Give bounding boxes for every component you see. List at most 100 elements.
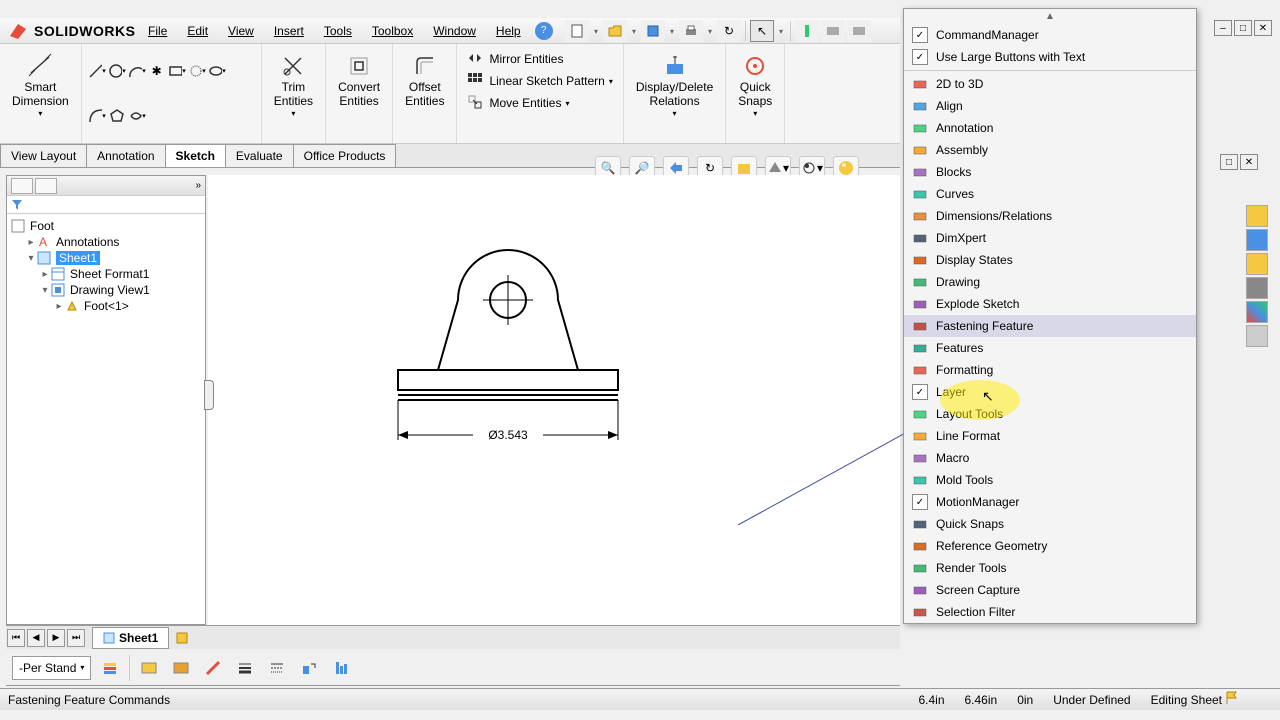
tree-drawing-view[interactable]: ▾ Drawing View1 — [11, 282, 201, 298]
line-tool[interactable]: ▾ — [88, 62, 106, 80]
cm-item-assembly[interactable]: Assembly — [904, 139, 1196, 161]
new-dropdown[interactable]: ▾ — [591, 27, 601, 36]
taskpane-home-icon[interactable] — [1246, 205, 1268, 227]
quick-snaps-button[interactable]: Quick Snaps ▾ — [734, 48, 776, 122]
cm-item-dimensions-relations[interactable]: Dimensions/Relations — [904, 205, 1196, 227]
cm-item-annotation[interactable]: Annotation — [904, 117, 1196, 139]
sheet-tab-1[interactable]: Sheet1 — [92, 627, 169, 649]
cm-item-drawing[interactable]: Drawing — [904, 271, 1196, 293]
new-button[interactable] — [565, 20, 589, 42]
cm-item-formatting[interactable]: Formatting — [904, 359, 1196, 381]
taskpane-explorer-icon[interactable] — [1246, 277, 1268, 299]
tree-sheet1[interactable]: ▾ Sheet1 — [11, 250, 201, 266]
tree-sheet-format[interactable]: ▸ Sheet Format1 — [11, 266, 201, 282]
tree-foot-ref[interactable]: ▸ Foot<1> — [11, 298, 201, 314]
cm-item-macro[interactable]: Macro — [904, 447, 1196, 469]
doc-restore-button[interactable]: □ — [1220, 154, 1238, 170]
cm-item-dimxpert[interactable]: DimXpert — [904, 227, 1196, 249]
arc-tool[interactable]: ▾ — [128, 62, 146, 80]
options2-button[interactable] — [821, 20, 845, 42]
cm-item-mold-tools[interactable]: Mold Tools — [904, 469, 1196, 491]
trim-entities-button[interactable]: Trim Entities ▾ — [270, 48, 317, 122]
linear-pattern-button[interactable]: Linear Sketch Pattern ▾ — [465, 70, 614, 92]
select-button[interactable]: ↖ — [750, 20, 774, 42]
panel-expand-icon[interactable]: » — [195, 180, 201, 191]
taskpane-palette-icon[interactable] — [1246, 301, 1268, 323]
open-dropdown[interactable]: ▾ — [629, 27, 639, 36]
collapse-icon[interactable]: ▾ — [39, 285, 51, 296]
taskpane-resources-icon[interactable] — [1246, 229, 1268, 251]
layer-properties-button[interactable] — [97, 655, 123, 681]
cm-item-blocks[interactable]: Blocks — [904, 161, 1196, 183]
cm-item-reference-geometry[interactable]: Reference Geometry — [904, 535, 1196, 557]
cm-item-screen-capture[interactable]: Screen Capture — [904, 579, 1196, 601]
color-display-button[interactable] — [328, 655, 354, 681]
options3-button[interactable] — [847, 20, 871, 42]
tab-office-products[interactable]: Office Products — [293, 144, 397, 167]
open-button[interactable] — [603, 20, 627, 42]
sheet-last-icon[interactable]: ⏭ — [67, 629, 85, 647]
help-icon[interactable]: ? — [535, 22, 553, 40]
scroll-up-icon[interactable]: ▲ — [904, 9, 1196, 24]
panel-tab-2[interactable] — [35, 178, 57, 194]
cm-item-layer[interactable]: ✓Layer — [904, 381, 1196, 403]
filter-bar[interactable] — [7, 196, 205, 214]
sheet-prev-icon[interactable]: ◀ — [27, 629, 45, 647]
taskpane-library-icon[interactable] — [1246, 253, 1268, 275]
mirror-entities-button[interactable]: Mirror Entities — [465, 48, 565, 70]
collapse-icon[interactable]: ▾ — [25, 253, 37, 264]
cm-item-line-format[interactable]: Line Format — [904, 425, 1196, 447]
cm-item-quick-snaps[interactable]: Quick Snaps — [904, 513, 1196, 535]
fillet-tool[interactable]: ▾ — [88, 107, 106, 125]
close-button[interactable]: ✕ — [1254, 20, 1272, 36]
menu-tools[interactable]: Tools — [314, 19, 362, 43]
display-relations-button[interactable]: Display/Delete Relations ▾ — [632, 48, 717, 122]
expand-icon[interactable]: ▸ — [25, 237, 37, 248]
convert-entities-button[interactable]: Convert Entities — [334, 48, 384, 113]
tab-evaluate[interactable]: Evaluate — [225, 144, 294, 167]
tree-annotations[interactable]: ▸ A Annotations — [11, 234, 201, 250]
smart-dimension-button[interactable]: Smart Dimension ▾ — [8, 48, 73, 122]
sheet-next-icon[interactable]: ▶ — [47, 629, 65, 647]
print-dropdown[interactable]: ▾ — [705, 27, 715, 36]
cm-item-2d-to-3d[interactable]: 2D to 3D — [904, 73, 1196, 95]
menu-window[interactable]: Window — [423, 19, 486, 43]
cm-item-curves[interactable]: Curves — [904, 183, 1196, 205]
tab-view-layout[interactable]: View Layout — [0, 144, 87, 167]
menu-toolbox[interactable]: Toolbox — [362, 19, 423, 43]
minimize-button[interactable]: – — [1214, 20, 1232, 36]
cm-item-layout-tools[interactable]: Layout Tools — [904, 403, 1196, 425]
polygon-tool[interactable] — [108, 107, 126, 125]
menu-help[interactable]: Help — [486, 19, 531, 43]
add-sheet-button[interactable] — [173, 629, 193, 647]
maximize-button[interactable]: □ — [1234, 20, 1252, 36]
line-weight-button[interactable] — [232, 655, 258, 681]
options-button[interactable] — [795, 20, 819, 42]
doc-close-button[interactable]: ✕ — [1240, 154, 1258, 170]
taskpane-appearances-icon[interactable] — [1246, 325, 1268, 347]
slot-tool[interactable]: ▾ — [188, 62, 206, 80]
tree-root[interactable]: Foot — [11, 218, 201, 234]
line-color-button[interactable] — [136, 655, 162, 681]
cm-large-buttons[interactable]: ✓ Use Large Buttons with Text — [904, 46, 1196, 68]
expand-icon[interactable]: ▸ — [39, 269, 51, 280]
cm-command-manager[interactable]: ✓ CommandManager — [904, 24, 1196, 46]
point-tool[interactable]: ✱ — [148, 62, 166, 80]
select-dropdown[interactable]: ▾ — [776, 27, 786, 36]
cm-item-display-states[interactable]: Display States — [904, 249, 1196, 271]
rebuild-button[interactable]: ↻ — [717, 20, 741, 42]
panel-collapse-handle[interactable] — [204, 380, 214, 410]
menu-view[interactable]: View — [218, 19, 264, 43]
status-flag-icon[interactable] — [1224, 690, 1240, 709]
line-style2-button[interactable] — [264, 655, 290, 681]
save-dropdown[interactable]: ▾ — [667, 27, 677, 36]
hide-button[interactable] — [296, 655, 322, 681]
print-button[interactable] — [679, 20, 703, 42]
menu-edit[interactable]: Edit — [177, 19, 218, 43]
menu-file[interactable]: File — [138, 19, 177, 43]
expand-icon[interactable]: ▸ — [53, 301, 65, 312]
cm-item-selection-filter[interactable]: Selection Filter — [904, 601, 1196, 623]
tab-sketch[interactable]: Sketch — [165, 144, 226, 167]
save-button[interactable] — [641, 20, 665, 42]
cm-item-fastening-feature[interactable]: Fastening Feature — [904, 315, 1196, 337]
